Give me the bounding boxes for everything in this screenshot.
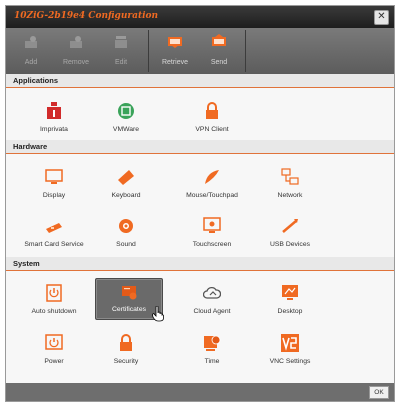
vmware-icon — [118, 103, 134, 119]
smart-card-icon — [46, 223, 62, 233]
ok-button[interactable]: OK — [369, 386, 389, 399]
item-label: Keyboard — [111, 192, 141, 199]
item-mouse-touchpad[interactable]: Mouse/Touchpad — [176, 162, 248, 210]
speaker-icon — [119, 219, 133, 233]
item-smart-card-service[interactable]: Smart Card Service — [18, 211, 90, 259]
touchscreen-icon — [203, 217, 221, 233]
item-label: Network — [277, 192, 303, 199]
item-label: Desktop — [277, 308, 303, 315]
vnc-icon — [281, 334, 299, 352]
item-security[interactable]: Security — [90, 328, 162, 376]
add-label: Add — [24, 59, 38, 66]
item-touchscreen[interactable]: Touchscreen — [176, 211, 248, 259]
remove-icon — [70, 36, 82, 48]
network-icon — [281, 168, 299, 185]
item-network[interactable]: Network — [254, 162, 326, 210]
close-button[interactable]: ✕ — [374, 10, 389, 25]
add-button[interactable]: Add — [11, 30, 51, 72]
edit-icon — [115, 36, 127, 48]
toolbar: Add Remove Edit Retrieve Send — [6, 28, 394, 74]
item-sound[interactable]: Sound — [90, 211, 162, 259]
send-icon — [212, 34, 226, 46]
item-keyboard[interactable]: Keyboard — [90, 162, 162, 210]
remove-label: Remove — [62, 59, 90, 66]
item-label: VMWare — [112, 126, 140, 133]
hand-cursor-icon — [152, 306, 164, 322]
item-imprivata[interactable]: Imprivata — [18, 96, 90, 144]
item-desktop[interactable]: Desktop — [254, 278, 326, 326]
item-display[interactable]: Display — [18, 162, 90, 210]
clock-icon — [204, 335, 221, 351]
lock-icon — [206, 102, 218, 119]
item-label: Sound — [116, 241, 136, 248]
item-auto-shutdown[interactable]: Auto shutdown — [18, 278, 90, 326]
certificate-icon — [122, 286, 137, 300]
send-label: Send — [210, 59, 228, 66]
footer-bar: OK — [6, 383, 394, 401]
keyboard-icon — [118, 170, 134, 185]
retrieve-label: Retrieve — [161, 59, 189, 66]
cloud-icon — [203, 286, 221, 299]
section-hardware: Hardware — [6, 140, 394, 154]
item-vpn-client[interactable]: VPN Client — [176, 96, 248, 144]
retrieve-icon — [168, 37, 182, 48]
configuration-dialog: 10ZiG-2b19e4 Configuration ✕ Add Remove … — [5, 5, 395, 402]
lock-icon — [120, 334, 132, 351]
item-label: Security — [113, 358, 139, 365]
edit-button[interactable]: Edit — [101, 30, 141, 72]
item-label: VNC Settings — [269, 358, 311, 365]
shutdown-icon — [46, 284, 62, 302]
item-vmware[interactable]: VMWare — [90, 96, 162, 144]
remove-button[interactable]: Remove — [56, 30, 96, 72]
imprivata-icon — [47, 102, 61, 119]
item-vnc-settings[interactable]: VNC Settings — [254, 328, 326, 376]
window-title: 10ZiG-2b19e4 Configuration — [14, 11, 159, 21]
monitor-icon — [45, 169, 63, 184]
send-button[interactable]: Send — [199, 30, 239, 72]
retrieve-button[interactable]: Retrieve — [155, 30, 195, 72]
item-cloud-agent[interactable]: Cloud Agent — [176, 278, 248, 326]
item-label: VPN Client — [195, 126, 229, 133]
edit-label: Edit — [114, 59, 128, 66]
item-power[interactable]: Power — [18, 328, 90, 376]
item-usb-devices[interactable]: USB Devices — [254, 211, 326, 259]
edit-group: Add Remove Edit — [6, 30, 146, 72]
usb-icon — [282, 219, 298, 233]
section-system: System — [6, 257, 394, 271]
desktop-icon — [282, 285, 298, 300]
title-bar[interactable]: 10ZiG-2b19e4 Configuration ✕ — [6, 6, 394, 28]
sync-group: Retrieve Send — [148, 30, 246, 72]
section-applications: Applications — [6, 74, 394, 88]
item-time[interactable]: Time — [176, 328, 248, 376]
power-icon — [45, 334, 63, 350]
add-icon — [25, 36, 37, 48]
item-label: USB Devices — [269, 241, 311, 248]
mouse-icon — [205, 170, 219, 184]
